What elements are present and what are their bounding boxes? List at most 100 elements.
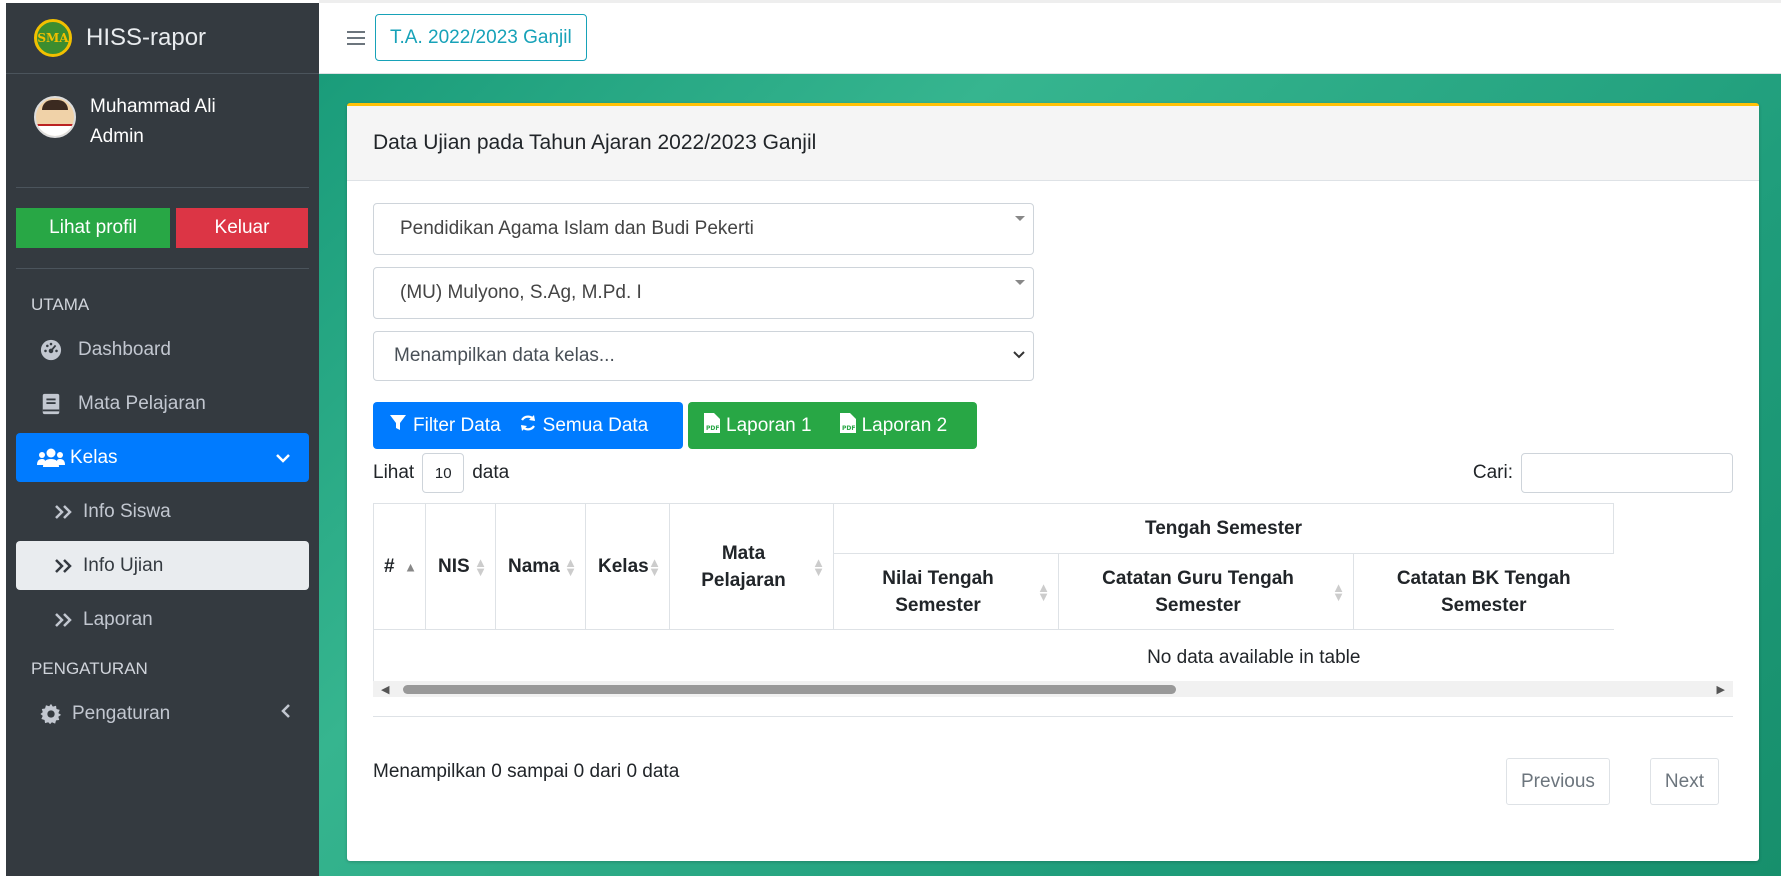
gear-icon <box>38 701 64 727</box>
sort-icon: ▲ ▼ <box>474 554 487 579</box>
all-data-label: Semua Data <box>542 414 649 436</box>
chevron-left-icon <box>281 702 291 725</box>
angle-double-right-icon <box>51 607 77 633</box>
col-nama[interactable]: Nama ▲ ▼ <box>495 503 586 630</box>
divider <box>16 268 309 269</box>
teacher-select[interactable]: (MU) Mulyono, S.Ag, M.Pd. I <box>373 267 1034 319</box>
filter-button-group: Filter Data Semua Data <box>373 402 683 449</box>
filter-icon <box>389 414 407 438</box>
exam-data-card: Data Ujian pada Tahun Ajaran 2022/2023 G… <box>347 103 1759 861</box>
table-info: Menampilkan 0 sampai 0 dari 0 data <box>373 761 680 782</box>
col-nis[interactable]: NIS ▲ ▼ <box>425 503 496 630</box>
next-page-button[interactable]: Next <box>1649 758 1719 805</box>
page-length-control: Lihat 10 data <box>373 453 509 493</box>
sidebar-item-label: Kelas <box>70 446 118 468</box>
col-catatan-guru[interactable]: Catatan Guru Tengah Semester ▲ ▼ <box>1058 553 1354 630</box>
topbar: T.A. 2022/2023 Ganjil <box>319 0 1781 74</box>
search-control: Cari: <box>1473 453 1733 493</box>
report-2-button[interactable]: PDF Laporan 2 <box>812 402 948 449</box>
caret-down-icon <box>1015 280 1025 285</box>
brand-title: HISS-rapor <box>86 24 207 51</box>
sidebar-item-label: Pengaturan <box>72 702 171 724</box>
school-logo: SMA <box>34 19 72 57</box>
refresh-icon <box>519 414 537 438</box>
horizontal-scrollbar[interactable]: ◀ ▶ <box>373 681 1733 697</box>
page-length-select[interactable]: 10 <box>422 453 465 493</box>
view-profile-button[interactable]: Lihat profil <box>16 208 170 248</box>
chevron-down-icon <box>1013 346 1025 364</box>
caret-down-icon <box>1015 216 1025 221</box>
sidebar-item-dashboard[interactable]: Dashboard <box>16 325 309 374</box>
report-2-label: Laporan 2 <box>861 414 948 436</box>
report-button-group: PDF Laporan 1 PDF Laporan 2 <box>688 402 977 449</box>
sidebar-item-info-ujian[interactable]: Info Ujian <box>16 541 309 590</box>
report-1-button[interactable]: PDF Laporan 1 <box>688 402 812 449</box>
sidebar-item-label: Info Siswa <box>83 500 171 522</box>
menu-toggle-icon[interactable] <box>347 25 365 53</box>
user-panel: Muhammad Ali Admin <box>6 74 309 187</box>
sort-icon: ▲ ▼ <box>648 554 661 579</box>
sidebar-item-pengaturan[interactable]: Pengaturan <box>16 689 309 738</box>
user-name: Muhammad Ali <box>90 96 216 117</box>
sort-icon: ▲ ▼ <box>1332 579 1345 604</box>
angle-double-right-icon <box>51 553 77 579</box>
user-role: Admin <box>90 126 144 147</box>
sidebar-item-info-siswa[interactable]: Info Siswa <box>16 487 309 536</box>
previous-page-button[interactable]: Previous <box>1506 758 1610 805</box>
sidebar-item-label: Info Ujian <box>83 554 164 576</box>
card-title: Data Ujian pada Tahun Ajaran 2022/2023 G… <box>347 106 1759 181</box>
col-group-tengah-semester: Tengah Semester <box>833 503 1614 554</box>
file-pdf-icon: PDF <box>839 412 856 439</box>
subject-select-value: Pendidikan Agama Islam dan Budi Pekerti <box>400 218 754 239</box>
logout-button[interactable]: Keluar <box>176 208 308 248</box>
length-suffix: data <box>472 462 510 483</box>
col-kelas[interactable]: Kelas ▲ ▼ <box>585 503 670 630</box>
sidebar-item-label: Laporan <box>83 608 153 630</box>
angle-double-right-icon <box>51 499 77 525</box>
exam-table-wrapper: # ▲ NIS ▲ ▼ Nama ▲ ▼ Kelas ▲ ▼ Mata Pela… <box>373 503 1733 717</box>
scroll-right-icon[interactable]: ▶ <box>1717 683 1725 696</box>
class-select-value: Menampilkan data kelas... <box>394 345 615 366</box>
col-nilai-tengah-semester[interactable]: Nilai Tengah Semester ▲ ▼ <box>833 553 1059 630</box>
scroll-left-icon[interactable]: ◀ <box>381 683 389 696</box>
nav-header-pengaturan: PENGATURAN <box>31 659 148 678</box>
col-number[interactable]: # ▲ <box>373 503 426 630</box>
sort-icon: ▲ ▼ <box>1037 579 1050 604</box>
table-row: No data available in table <box>373 629 1614 686</box>
search-label: Cari: <box>1472 462 1513 483</box>
filter-data-button[interactable]: Filter Data <box>373 402 501 449</box>
col-catatan-bk[interactable]: Catatan BK Tengah Semester <box>1353 553 1614 630</box>
exam-table: # ▲ NIS ▲ ▼ Nama ▲ ▼ Kelas ▲ ▼ Mata Pela… <box>373 503 1614 686</box>
users-icon <box>36 445 66 471</box>
col-mata-pelajaran[interactable]: Mata Pelajaran ▲ ▼ <box>669 503 834 630</box>
filter-data-label: Filter Data <box>413 414 501 436</box>
empty-table-message: No data available in table <box>373 629 1614 686</box>
book-icon <box>38 391 64 417</box>
sort-icon: ▲ ▼ <box>564 554 577 579</box>
svg-text:PDF: PDF <box>842 425 855 432</box>
pagination: Previous Next <box>1506 758 1719 805</box>
class-select[interactable]: Menampilkan data kelas... <box>373 331 1034 381</box>
chevron-down-icon <box>275 446 291 469</box>
search-input[interactable] <box>1521 453 1733 493</box>
sort-asc-icon: ▲ <box>404 559 417 574</box>
scrollbar-thumb[interactable] <box>403 685 1176 694</box>
brand[interactable]: SMA HISS-rapor <box>6 3 319 74</box>
sidebar-item-kelas[interactable]: Kelas <box>16 433 309 482</box>
sidebar: SMA HISS-rapor Muhammad Ali Admin Lihat … <box>6 3 319 876</box>
report-1-label: Laporan 1 <box>726 414 812 436</box>
tachometer-icon <box>38 337 64 363</box>
teacher-select-value: (MU) Mulyono, S.Ag, M.Pd. I <box>400 282 642 303</box>
length-prefix: Lihat <box>373 462 415 483</box>
academic-year-button[interactable]: T.A. 2022/2023 Ganjil <box>375 14 587 61</box>
sidebar-item-label: Mata Pelajaran <box>78 392 206 414</box>
file-pdf-icon: PDF <box>704 412 720 439</box>
all-data-button[interactable]: Semua Data <box>501 402 649 449</box>
sidebar-item-laporan[interactable]: Laporan <box>16 595 309 644</box>
svg-text:PDF: PDF <box>706 425 719 432</box>
user-avatar <box>34 96 76 138</box>
sort-icon: ▲ ▼ <box>812 554 825 579</box>
sidebar-item-mata-pelajaran[interactable]: Mata Pelajaran <box>16 379 309 428</box>
subject-select[interactable]: Pendidikan Agama Islam dan Budi Pekerti <box>373 203 1034 255</box>
nav-header-utama: UTAMA <box>31 295 90 314</box>
